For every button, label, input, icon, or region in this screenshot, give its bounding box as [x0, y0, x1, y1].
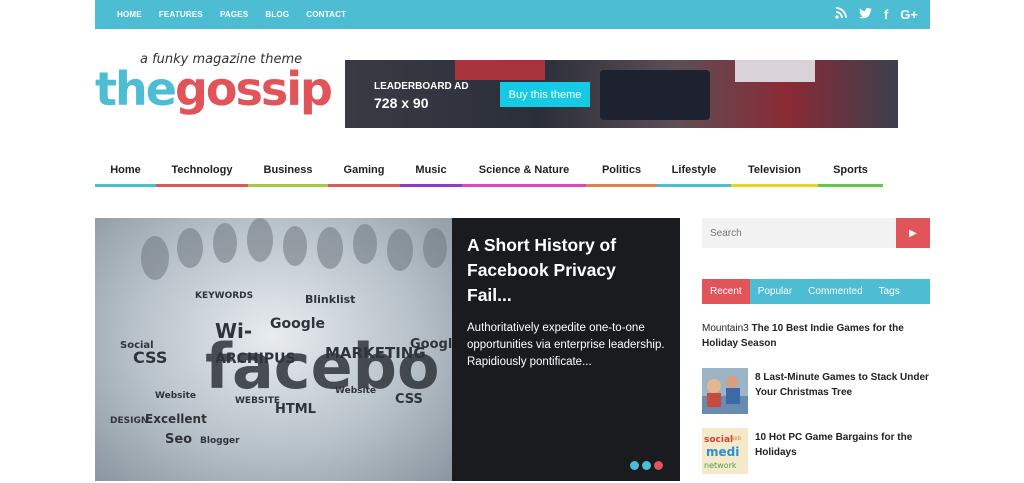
- slider-dot[interactable]: [642, 461, 651, 470]
- facebook-icon[interactable]: f: [884, 7, 888, 22]
- post-title[interactable]: Mountain3 The 10 Best Indie Games for th…: [702, 321, 930, 351]
- leaderboard-size: 728 x 90: [374, 95, 429, 111]
- svg-text:WEBSITE: WEBSITE: [235, 396, 280, 406]
- slider-excerpt: Authoritatively expedite one-to-one oppo…: [467, 322, 665, 368]
- list-item[interactable]: social medi network web 10 Hot PC Game B…: [702, 428, 930, 474]
- tab-tags[interactable]: Tags: [871, 279, 908, 304]
- post-title[interactable]: 10 Hot PC Game Bargains for the Holidays: [755, 430, 933, 460]
- nav-television[interactable]: Television: [731, 155, 818, 187]
- slider-pagination: [630, 461, 663, 470]
- rss-icon[interactable]: [835, 7, 847, 22]
- top-bar: HOME FEATURES PAGES BLOG CONTACT f G+: [95, 0, 930, 29]
- leaderboard-ad[interactable]: LEADERBOARD AD 728 x 90 Buy this theme: [345, 60, 898, 128]
- ad-image-decoration: [735, 60, 815, 82]
- svg-text:Seo: Seo: [165, 432, 192, 447]
- svg-text:Google: Google: [410, 337, 452, 352]
- featured-slider[interactable]: facebo Social CSS KEYWORDS Google Blinkl…: [95, 218, 680, 481]
- svg-text:Wi-: Wi-: [215, 319, 252, 343]
- svg-text:medi: medi: [706, 445, 739, 459]
- svg-text:Website: Website: [335, 386, 376, 396]
- google-plus-icon[interactable]: G+: [900, 7, 918, 22]
- main-nav: Home Technology Business Gaming Music Sc…: [95, 155, 883, 187]
- top-nav-features[interactable]: FEATURES: [159, 10, 203, 19]
- leaderboard-label: LEADERBOARD AD: [374, 81, 469, 92]
- nav-gaming[interactable]: Gaming: [328, 155, 400, 187]
- slider-image[interactable]: facebo Social CSS KEYWORDS Google Blinkl…: [95, 218, 452, 481]
- svg-text:CSS: CSS: [395, 392, 423, 407]
- post-thumb-alt-text: Mountain3: [702, 323, 749, 334]
- slider-dot-active[interactable]: [654, 461, 663, 470]
- nav-science-nature[interactable]: Science & Nature: [462, 155, 586, 187]
- slider-title[interactable]: A Short History of Facebook Privacy Fail…: [467, 233, 665, 308]
- top-nav-home[interactable]: HOME: [117, 10, 142, 19]
- svg-text:Website: Website: [155, 391, 196, 401]
- nav-technology[interactable]: Technology: [156, 155, 248, 187]
- slider-dot[interactable]: [630, 461, 639, 470]
- play-arrow-icon: ▶: [909, 227, 917, 239]
- tab-recent[interactable]: Recent: [702, 279, 750, 304]
- ad-image-decoration: [600, 70, 710, 120]
- tab-popular[interactable]: Popular: [750, 279, 800, 304]
- svg-text:network: network: [704, 461, 737, 470]
- list-item[interactable]: 8 Last-Minute Games to Stack Under Your …: [702, 368, 930, 414]
- svg-text:Blogger: Blogger: [200, 436, 240, 446]
- svg-text:HTML: HTML: [275, 402, 316, 417]
- post-thumbnail[interactable]: social medi network web: [702, 428, 748, 474]
- logo-wordmark: thegossip: [95, 62, 333, 116]
- slider-caption: A Short History of Facebook Privacy Fail…: [452, 218, 680, 481]
- nav-home[interactable]: Home: [95, 155, 156, 187]
- svg-text:KEYWORDS: KEYWORDS: [195, 291, 253, 301]
- logo-the: the: [95, 62, 177, 116]
- search-box: ▶: [702, 218, 930, 248]
- post-thumbnail[interactable]: [702, 368, 748, 414]
- twitter-icon[interactable]: [858, 7, 872, 22]
- svg-text:web: web: [729, 436, 742, 442]
- logo-gossip: gossip: [174, 62, 333, 116]
- search-input[interactable]: [702, 218, 896, 248]
- post-title[interactable]: 8 Last-Minute Games to Stack Under Your …: [755, 370, 933, 400]
- buy-theme-button[interactable]: Buy this theme: [500, 82, 590, 107]
- list-item[interactable]: Mountain3 The 10 Best Indie Games for th…: [702, 319, 930, 359]
- svg-text:ARCHIPUS: ARCHIPUS: [215, 351, 296, 367]
- top-nav-pages[interactable]: PAGES: [220, 10, 248, 19]
- nav-lifestyle[interactable]: Lifestyle: [657, 155, 731, 187]
- svg-text:Excellent: Excellent: [145, 412, 207, 426]
- nav-sports[interactable]: Sports: [818, 155, 883, 187]
- nav-music[interactable]: Music: [400, 155, 462, 187]
- facebook-wordcloud-image: facebo Social CSS KEYWORDS Google Blinkl…: [110, 218, 452, 447]
- svg-text:DESIGN: DESIGN: [110, 416, 148, 426]
- svg-text:social: social: [704, 435, 733, 445]
- svg-text:CSS: CSS: [133, 348, 167, 367]
- top-nav: HOME FEATURES PAGES BLOG CONTACT: [117, 0, 346, 29]
- nav-business[interactable]: Business: [248, 155, 328, 187]
- ad-image-decoration: [455, 60, 545, 80]
- svg-text:Google: Google: [270, 316, 325, 332]
- tab-commented[interactable]: Commented: [800, 279, 870, 304]
- nav-politics[interactable]: Politics: [586, 155, 657, 187]
- top-nav-blog[interactable]: BLOG: [265, 10, 289, 19]
- site-logo[interactable]: a funky magazine theme thegossip: [95, 52, 333, 127]
- social-links: f G+: [835, 0, 918, 29]
- search-button[interactable]: ▶: [896, 218, 930, 248]
- top-nav-contact[interactable]: CONTACT: [306, 10, 346, 19]
- sidebar-tabs: Recent Popular Commented Tags: [702, 279, 930, 304]
- svg-text:Blinklist: Blinklist: [305, 293, 355, 306]
